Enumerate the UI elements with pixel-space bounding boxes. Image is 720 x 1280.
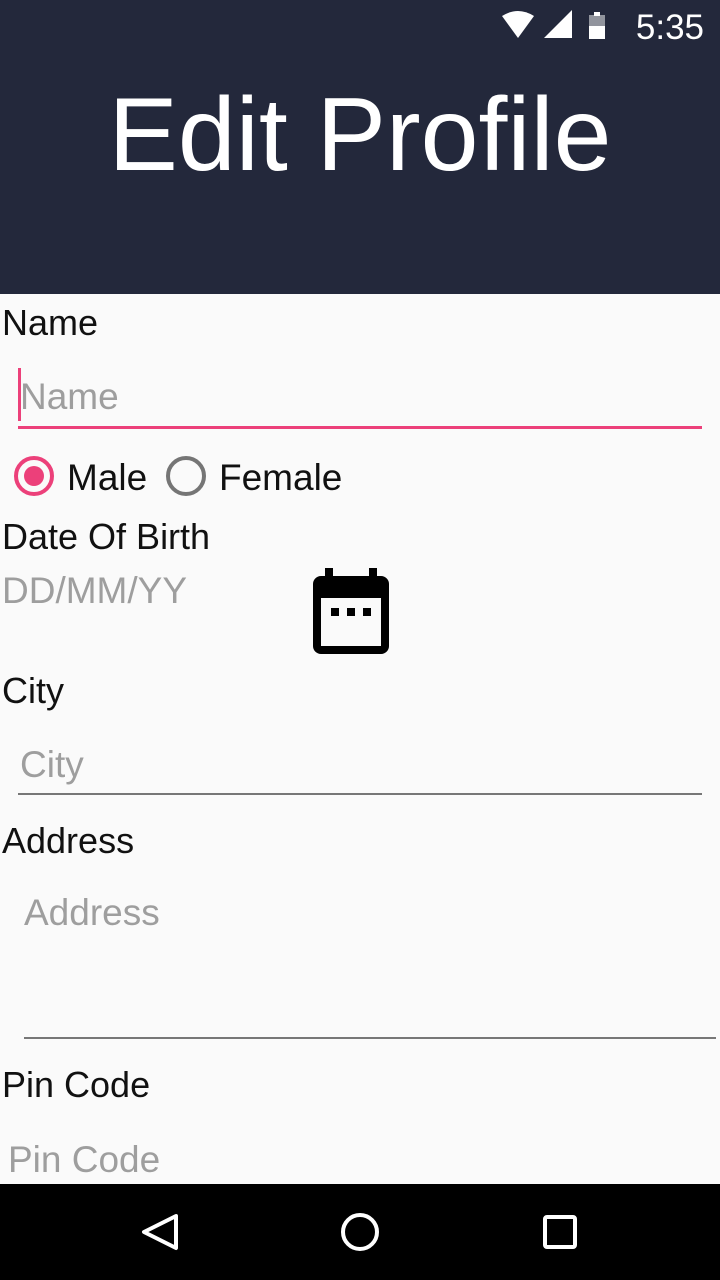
city-input[interactable] <box>20 740 700 790</box>
address-underline <box>24 1037 716 1039</box>
address-input[interactable] <box>24 892 714 1032</box>
radio-female-label[interactable]: Female <box>219 457 342 499</box>
name-input[interactable] <box>20 372 700 422</box>
name-label: Name <box>2 302 99 343</box>
signal-icon <box>544 10 572 38</box>
calendar-icon[interactable] <box>311 568 391 661</box>
page-title: Edit Profile <box>108 77 612 193</box>
status-time: 5:35 <box>635 8 704 47</box>
dob-value[interactable]: DD/MM/YY <box>2 570 187 612</box>
radio-male-label[interactable]: Male <box>67 457 147 499</box>
name-underline <box>18 426 702 429</box>
pin-label: Pin Code <box>2 1064 151 1105</box>
back-icon[interactable] <box>120 1198 200 1271</box>
wifi-icon <box>502 11 534 38</box>
text-cursor <box>18 368 21 421</box>
city-underline <box>18 793 702 795</box>
app-header: 5:35 Edit Profile <box>0 0 720 294</box>
navigation-bar <box>0 1184 720 1280</box>
battery-icon <box>589 12 605 39</box>
dob-label: Date Of Birth <box>2 516 211 557</box>
status-icons <box>500 10 620 45</box>
recents-icon[interactable] <box>520 1198 600 1271</box>
radio-male[interactable] <box>14 456 54 496</box>
city-label: City <box>2 670 64 711</box>
radio-female[interactable] <box>166 456 206 496</box>
home-icon[interactable] <box>320 1198 400 1271</box>
address-label: Address <box>2 820 135 861</box>
pin-input[interactable] <box>8 1135 698 1185</box>
